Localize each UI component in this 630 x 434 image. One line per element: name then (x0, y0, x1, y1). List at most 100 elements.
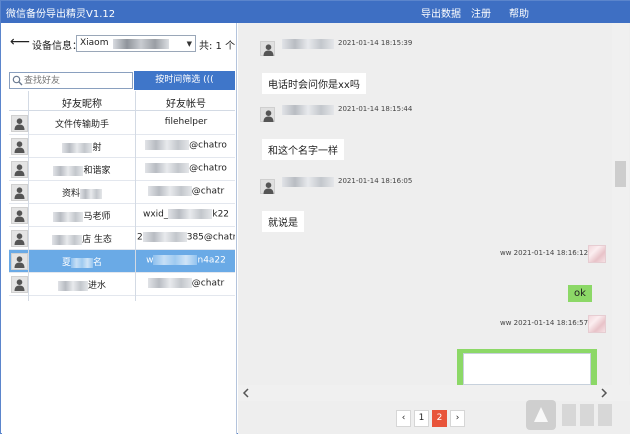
scroll-right-icon[interactable] (600, 388, 608, 398)
user-avatar-icon (11, 115, 28, 132)
redaction-blur (62, 142, 93, 153)
contact-row[interactable]: 店 生态 2 385@chatr (9, 227, 235, 250)
scroll-left-icon[interactable] (242, 388, 250, 398)
message-bubble[interactable]: ok (568, 285, 592, 302)
search-icon (12, 75, 23, 86)
user-avatar-icon (11, 207, 28, 224)
contact-account: filehelper (137, 117, 235, 127)
redaction-blur (147, 278, 192, 288)
redaction-blur (52, 234, 83, 245)
user-avatar-icon (260, 41, 275, 56)
page-1-button[interactable]: 1 (414, 410, 429, 427)
user-avatar-icon (11, 138, 28, 155)
account-suffix: @chatr (191, 186, 225, 197)
watermark-logo-icon (526, 400, 612, 430)
contact-nickname: 进水 (29, 278, 135, 291)
app-window: 微信备份导出精灵V1.12 导出数据 注册 帮助 ⟵ 设备信息： Xiaom ▼… (0, 0, 630, 434)
contact-row[interactable]: 射 @chatro (9, 135, 235, 158)
user-avatar-icon (11, 253, 28, 270)
device-select[interactable]: Xiaom ▼ (76, 35, 196, 52)
time-filter-button[interactable]: 按时间筛选 ((( (134, 71, 235, 90)
contacts-panel: ⟵ 设备信息： Xiaom ▼ 共: 1 个 按时间筛选 ((( 好友昵称 好友… (2, 23, 237, 434)
user-avatar-icon (260, 107, 275, 122)
redaction-blur (80, 188, 102, 199)
contact-row[interactable]: 资料 @chatr (9, 181, 235, 204)
image-message[interactable] (457, 349, 597, 385)
contact-account: @chatro (137, 163, 235, 174)
contact-nickname: 文件传输助手 (29, 117, 135, 130)
contact-nickname: 马老师 (29, 209, 135, 222)
account-suffix: k22 (212, 209, 230, 220)
nickname-suffix: 文件传输助手 (54, 120, 109, 130)
account-suffix: @chatro (189, 140, 227, 151)
device-id-redaction (113, 39, 169, 49)
account-suffix: @chatro (189, 163, 227, 174)
message-timestamp: ww 2021-01-14 18:16:12 (500, 249, 589, 257)
user-avatar-icon (260, 179, 275, 194)
user-avatar-icon (11, 161, 28, 178)
nickname-suffix: 和谐家 (83, 166, 111, 176)
scroll-thumb[interactable] (615, 161, 626, 187)
menu-help[interactable]: 帮助 (509, 5, 529, 20)
account-suffix: n4a22 (197, 255, 226, 266)
nickname-suffix: 店 生态 (82, 235, 112, 245)
user-avatar-icon (11, 184, 28, 201)
menu-register[interactable]: 注册 (471, 5, 491, 20)
redaction-blur (71, 257, 93, 268)
contact-nickname: 资料 (29, 186, 135, 199)
search-input[interactable] (24, 74, 130, 87)
contact-account: @chatr (137, 186, 235, 197)
page-2-button[interactable]: 2 (432, 410, 447, 427)
redaction-blur (153, 255, 198, 265)
redaction-blur (282, 39, 334, 49)
back-arrow-icon[interactable]: ⟵ (10, 35, 30, 49)
account-prefix: w (146, 255, 154, 266)
image-thumbnail (463, 353, 591, 385)
message-timestamp: ww 2021-01-14 18:16:57 (500, 319, 589, 327)
nickname-suffix: 射 (92, 143, 102, 153)
nickname-prefix: 夏 (61, 258, 71, 268)
app-title: 微信备份导出精灵V1.12 (6, 9, 116, 20)
message-bubble[interactable]: 就说是 (262, 211, 304, 232)
menu-export-data[interactable]: 导出数据 (421, 5, 461, 20)
contact-row[interactable]: 马老师 wxid_ k22 (9, 204, 235, 227)
redaction-blur (282, 177, 334, 187)
contact-account: @chatr (137, 278, 235, 289)
vertical-scrollbar[interactable] (612, 23, 629, 385)
message-list: 2021-01-14 18:15:39 电话时会问你是xx吗 2021-01-14 … (238, 23, 612, 385)
nickname-suffix: 进水 (87, 281, 106, 291)
message-timestamp: 2021-01-14 18:15:39 (338, 39, 413, 47)
contact-row[interactable]: 夏名 w n4a22 (9, 250, 235, 273)
prev-page-button[interactable]: ‹ (396, 410, 411, 427)
table-header: 好友昵称 好友帐号 (9, 91, 235, 111)
contact-account: wxid_ k22 (137, 209, 235, 220)
message-timestamp: 2021-01-14 18:15:44 (338, 105, 413, 113)
contact-row[interactable]: 文件传输助手 filehelper (9, 112, 235, 135)
redaction-blur (53, 211, 84, 222)
contact-account: w n4a22 (137, 255, 235, 266)
contact-account: @chatro (137, 140, 235, 151)
next-page-button[interactable]: › (450, 410, 465, 427)
contacts-table: 好友昵称 好友帐号 文件传输助手 filehelper 射 @chatro 和谐家 @ch… (9, 91, 235, 301)
device-label: 设备信息： (32, 41, 82, 52)
message-bubble[interactable]: 和这个名字一样 (262, 139, 344, 160)
self-avatar (588, 315, 606, 333)
contact-nickname: 店 生态 (29, 232, 135, 245)
header-account[interactable]: 好友帐号 (137, 95, 235, 110)
contact-nickname: 夏名 (29, 255, 135, 268)
contact-nickname: 和谐家 (29, 163, 135, 176)
dropdown-arrow-icon: ▼ (186, 40, 192, 48)
redaction-blur (168, 209, 213, 219)
contact-nickname: 射 (29, 140, 135, 153)
self-avatar (588, 245, 606, 263)
device-row: ⟵ 设备信息： Xiaom ▼ 共: 1 个 (2, 33, 237, 53)
contact-row[interactable]: 和谐家 @chatro (9, 158, 235, 181)
account-prefix: wxid_ (142, 209, 169, 220)
nickname-suffix: 马老师 (83, 212, 111, 222)
contact-row[interactable]: 进水 @chatr (9, 273, 235, 296)
contact-account: 2 385@chatr (137, 232, 235, 243)
header-nickname[interactable]: 好友昵称 (29, 95, 135, 110)
redaction-blur (282, 105, 334, 115)
redaction-blur (145, 140, 190, 150)
message-bubble[interactable]: 电话时会问你是xx吗 (262, 73, 366, 94)
